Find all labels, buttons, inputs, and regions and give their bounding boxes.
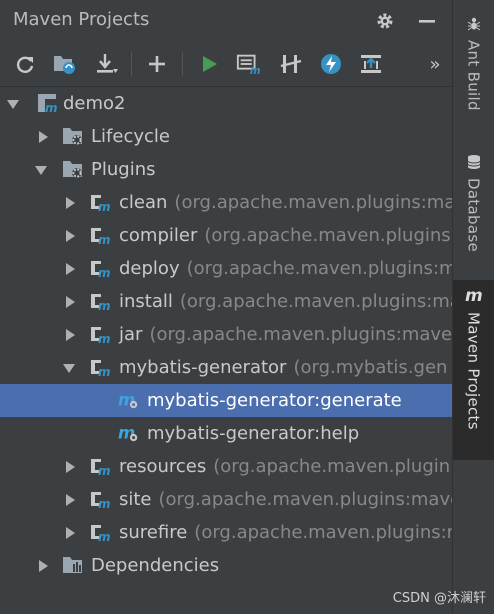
tree-node-label: Plugins	[91, 159, 156, 180]
chevron-right-icon[interactable]	[63, 196, 77, 210]
svg-text:m: m	[465, 286, 483, 304]
maven-plugin-icon: m	[91, 195, 111, 213]
side-tab-database[interactable]: Database	[453, 148, 494, 268]
generate-sources-icon[interactable]	[52, 52, 78, 76]
svg-text:m: m	[98, 530, 111, 543]
chevron-right-icon[interactable]	[63, 262, 77, 276]
svg-text:m: m	[98, 233, 111, 246]
tree-node-label: mybatis-generator:generate	[147, 390, 402, 411]
svg-text:m: m	[45, 101, 58, 114]
maven-goal-icon: m	[118, 391, 138, 410]
chevron-down-icon[interactable]	[62, 361, 76, 375]
run-icon[interactable]	[196, 52, 222, 76]
tree-node-dependencies[interactable]: Dependencies	[0, 549, 452, 582]
chevron-right-icon[interactable]	[63, 493, 77, 507]
maven-module-icon: m	[38, 94, 58, 114]
add-icon[interactable]	[144, 52, 170, 76]
maven-plugin-icon: m	[91, 261, 111, 279]
reimport-icon[interactable]	[12, 52, 38, 76]
svg-text:m: m	[98, 299, 111, 312]
watermark: CSDN @沐澜轩	[392, 591, 486, 606]
svg-text:m: m	[98, 266, 111, 279]
chevron-right-icon[interactable]	[63, 328, 77, 342]
tree-node-plugin[interactable]: m install (org.apache.maven.plugins:ma	[0, 285, 452, 318]
svg-text:m: m	[98, 464, 111, 477]
dependencies-icon	[63, 557, 82, 573]
tree-node-plugin[interactable]: m mybatis-generator (org.mybatis.gen	[0, 351, 452, 384]
chevron-right-icon[interactable]	[63, 460, 77, 474]
database-icon	[466, 154, 482, 174]
more-actions-button[interactable]: »	[422, 52, 448, 76]
maven-projects-panel: Maven Projects m » m demo2 Lifecycle Plu…	[0, 0, 452, 614]
tree-node-label: demo2	[63, 93, 126, 114]
panel-header: Maven Projects	[0, 0, 452, 41]
tree-node-label: clean (org.apache.maven.plugins:ma	[119, 192, 452, 213]
tree-node-plugin[interactable]: m jar (org.apache.maven.plugins:maven	[0, 318, 452, 351]
folder-gear-icon	[63, 161, 82, 178]
tree-node-label: resources (org.apache.maven.plugin	[119, 456, 451, 477]
maven-plugin-icon: m	[91, 294, 111, 312]
tree-node-label: jar (org.apache.maven.plugins:maven	[119, 324, 452, 345]
side-tab-ant-build[interactable]: Ant Build	[453, 10, 494, 130]
side-tab-label: Maven Projects	[464, 312, 483, 430]
minimize-icon[interactable]	[416, 10, 438, 32]
folder-gear-icon	[63, 128, 82, 145]
tree-node-label: mybatis-generator:help	[147, 423, 360, 444]
chevron-down-icon[interactable]	[34, 163, 48, 177]
chevron-right-icon[interactable]	[63, 229, 77, 243]
tree-node-plugin[interactable]: m deploy (org.apache.maven.plugins:m	[0, 252, 452, 285]
tree-node-plugin[interactable]: m clean (org.apache.maven.plugins:ma	[0, 186, 452, 219]
tree-node-plugin[interactable]: m compiler (org.apache.maven.plugins	[0, 219, 452, 252]
execute-goal-icon[interactable]: m	[236, 52, 262, 76]
tree-node-plugin[interactable]: m site (org.apache.maven.plugins:mave	[0, 483, 452, 516]
svg-text:m: m	[98, 365, 111, 378]
chevron-right-icon[interactable]	[36, 130, 50, 144]
toggle-offline-icon[interactable]	[278, 52, 304, 76]
toolbar-separator	[182, 52, 183, 76]
maven-plugin-icon: m	[91, 525, 111, 543]
svg-text:m: m	[250, 66, 261, 76]
show-dependencies-icon[interactable]	[358, 52, 384, 76]
tree-node-label: Dependencies	[91, 555, 220, 576]
tree-node-label: install (org.apache.maven.plugins:ma	[119, 291, 452, 312]
maven-plugin-icon: m	[91, 360, 111, 378]
side-tab-maven-projects[interactable]: m Maven Projects	[453, 280, 494, 460]
ant-icon	[466, 16, 482, 36]
tree-node-root[interactable]: m demo2	[0, 87, 452, 120]
chevron-right-icon[interactable]	[36, 559, 50, 573]
download-icon[interactable]	[94, 52, 120, 76]
svg-text:m: m	[98, 497, 111, 510]
side-tab-label: Database	[464, 178, 483, 252]
toolbar: m »	[0, 41, 452, 87]
tree-node-label: surefire (org.apache.maven.plugins:r	[119, 522, 452, 543]
maven-plugin-icon: m	[91, 327, 111, 345]
tree-node-plugin[interactable]: m surefire (org.apache.maven.plugins:r	[0, 516, 452, 549]
tree-node-plugin[interactable]: m resources (org.apache.maven.plugin	[0, 450, 452, 483]
panel-title: Maven Projects	[13, 9, 150, 30]
toolbar-separator	[131, 52, 132, 76]
tree-node-goal[interactable]: m mybatis-generator:help	[0, 417, 452, 450]
tree-node-plugins[interactable]: Plugins	[0, 153, 452, 186]
chevron-right-icon[interactable]	[63, 295, 77, 309]
skip-tests-icon[interactable]	[318, 52, 344, 76]
maven-plugin-icon: m	[91, 228, 111, 246]
chevron-down-icon[interactable]	[6, 97, 20, 111]
tree-node-lifecycle[interactable]: Lifecycle	[0, 120, 452, 153]
tree-node-label: deploy (org.apache.maven.plugins:m	[119, 258, 452, 279]
maven-icon: m	[464, 286, 484, 308]
gear-icon[interactable]	[374, 10, 396, 32]
svg-text:m: m	[98, 200, 111, 213]
tree-node-label: mybatis-generator (org.mybatis.gen	[119, 357, 448, 378]
tree-node-label: site (org.apache.maven.plugins:mave	[119, 489, 452, 510]
tool-window-sidebar: Ant Build Database m Maven Projects	[452, 0, 494, 614]
tree-node-label: compiler (org.apache.maven.plugins	[119, 225, 451, 246]
maven-plugin-icon: m	[91, 492, 111, 510]
maven-plugin-icon: m	[91, 459, 111, 477]
tree-node-goal[interactable]: m mybatis-generator:generate	[0, 384, 452, 417]
side-tab-label: Ant Build	[464, 40, 483, 111]
tree-node-label: Lifecycle	[91, 126, 170, 147]
chevron-right-icon[interactable]	[63, 526, 77, 540]
maven-goal-icon: m	[118, 424, 138, 443]
svg-text:m: m	[98, 332, 111, 345]
